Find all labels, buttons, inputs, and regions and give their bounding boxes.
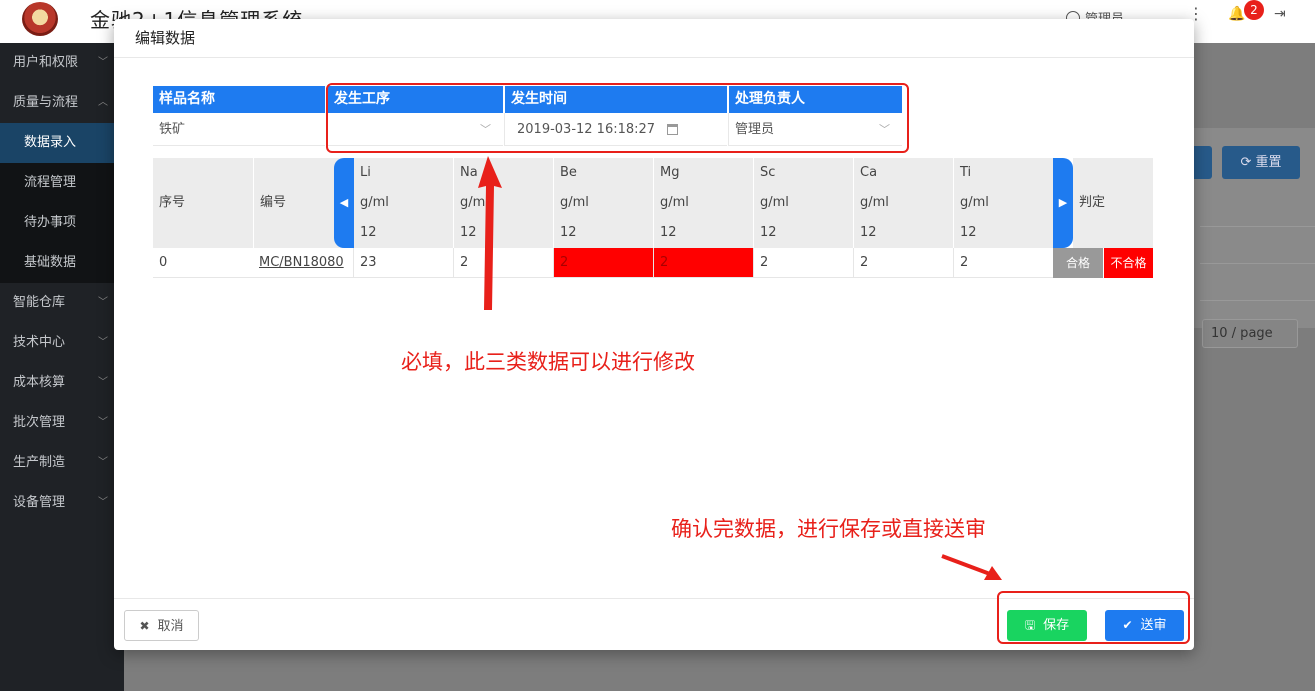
element-unit: g/ml — [753, 188, 853, 218]
check-icon: ✔ — [1122, 618, 1133, 632]
background-reset-button: ⟳ 重置 — [1222, 146, 1300, 179]
element-unit: g/ml — [653, 188, 753, 218]
element-value-input[interactable]: 2 — [653, 248, 753, 278]
header-seq: 序号 — [153, 158, 253, 248]
bell-icon[interactable]: 🔔 — [1228, 6, 1245, 22]
element-value-input[interactable]: 23 — [353, 248, 453, 278]
modal-footer: ✖ 取消 🖫 保存 ✔ 送审 — [114, 591, 1194, 650]
required-fields-highlight — [326, 83, 909, 153]
sidebar-subitem-base-data[interactable]: 基础数据 — [0, 243, 124, 283]
header-judge: 判定 — [1073, 158, 1153, 248]
element-unit: g/ml — [853, 188, 953, 218]
sidebar-subitem-process[interactable]: 流程管理 — [0, 163, 124, 203]
sidebar-subitem-todo[interactable]: 待办事项 — [0, 203, 124, 243]
element-unit: g/ml — [353, 188, 453, 218]
cancel-button[interactable]: ✖ 取消 — [124, 610, 199, 641]
background-divider — [1200, 226, 1315, 227]
submit-button[interactable]: ✔ 送审 — [1105, 610, 1184, 641]
element-symbol: Ti — [953, 158, 1053, 188]
sidebar-item-cost[interactable]: 成本核算 ﹀ — [0, 363, 124, 403]
chevron-down-icon: ﹀ — [98, 57, 108, 68]
arrow-down-right-annotation — [941, 554, 1002, 580]
element-value-input[interactable]: 2 — [553, 248, 653, 278]
sidebar-item-batch[interactable]: 批次管理 ﹀ — [0, 403, 124, 443]
element-symbol: Be — [553, 158, 653, 188]
element-value-input[interactable]: 2 — [853, 248, 953, 278]
edit-data-modal: 编辑数据 样品名称 发生工序 发生时间 处理负责人 铁矿 ﹀ 2019-03-1… — [114, 19, 1194, 650]
element-symbol: Sc — [753, 158, 853, 188]
element-symbol: Li — [353, 158, 453, 188]
scroll-right-button[interactable]: ▶ — [1053, 158, 1073, 248]
notification-badge: 2 — [1244, 0, 1264, 20]
sidebar-item-equipment[interactable]: 设备管理 ﹀ — [0, 483, 124, 523]
chevron-down-icon: ﹀ — [98, 337, 108, 348]
element-standard: 12 — [653, 218, 753, 248]
sample-name-value: 铁矿 — [153, 113, 325, 146]
sidebar-item-production[interactable]: 生产制造 ﹀ — [0, 443, 124, 483]
save-icon: 🖫 — [1024, 618, 1036, 632]
row-seq: 0 — [153, 248, 253, 278]
chevron-down-icon: ﹀ — [98, 377, 108, 388]
background-divider — [1200, 263, 1315, 264]
sidebar: 用户和权限 ﹀ 质量与流程 ︿ 数据录入 流程管理 待办事项 基础数据 智能仓库 ﹀ … — [0, 43, 124, 691]
element-standard: 12 — [553, 218, 653, 248]
background-divider — [1200, 300, 1315, 301]
sidebar-item-tech[interactable]: 技术中心 ﹀ — [0, 323, 124, 363]
element-unit: g/ml — [553, 188, 653, 218]
chevron-down-icon: ﹀ — [98, 457, 108, 468]
element-standard: 12 — [953, 218, 1053, 248]
required-fields-note: 必填，此三类数据可以进行修改 — [401, 350, 695, 374]
row-code-link[interactable]: MC/BN18080 — [253, 248, 353, 278]
element-value-input[interactable]: 2 — [753, 248, 853, 278]
sidebar-item-quality[interactable]: 质量与流程 ︿ — [0, 83, 124, 123]
app-logo — [22, 2, 58, 36]
chevron-down-icon: ﹀ — [98, 297, 108, 308]
modal-title: 编辑数据 — [114, 19, 1194, 58]
chevron-down-icon: ﹀ — [98, 417, 108, 428]
element-standard: 12 — [353, 218, 453, 248]
element-symbol: Ca — [853, 158, 953, 188]
element-unit: g/ml — [953, 188, 1053, 218]
chevron-down-icon: ﹀ — [98, 497, 108, 508]
close-icon: ✖ — [139, 619, 150, 633]
background-page-size: 10 / page — [1202, 319, 1298, 348]
element-standard: 12 — [853, 218, 953, 248]
arrow-up-annotation — [478, 156, 502, 310]
judge-fail-badge: 不合格 — [1104, 248, 1153, 278]
element-data-table: 序号 编号 Li g/ml 12 23 Na g/ml 12 2 Be g/ml 12 2 Mg g/ml… — [153, 158, 1153, 278]
save-button[interactable]: 🖫 保存 — [1007, 610, 1087, 641]
element-value-input[interactable]: 2 — [953, 248, 1053, 278]
chevron-up-icon: ︿ — [98, 97, 108, 108]
logout-icon[interactable]: ⇥ — [1274, 6, 1286, 22]
background-search-button — [1194, 146, 1212, 179]
sidebar-item-warehouse[interactable]: 智能仓库 ﹀ — [0, 283, 124, 323]
save-note: 确认完数据，进行保存或直接送审 — [671, 517, 986, 541]
sidebar-item-users[interactable]: 用户和权限 ﹀ — [0, 43, 124, 83]
element-standard: 12 — [753, 218, 853, 248]
judge-pass-badge: 合格 — [1053, 248, 1103, 278]
header-sample-name: 样品名称 — [153, 86, 325, 113]
element-symbol: Mg — [653, 158, 753, 188]
scroll-left-button[interactable]: ◀ — [334, 158, 354, 248]
sidebar-subitem-data-entry[interactable]: 数据录入 — [0, 123, 124, 163]
